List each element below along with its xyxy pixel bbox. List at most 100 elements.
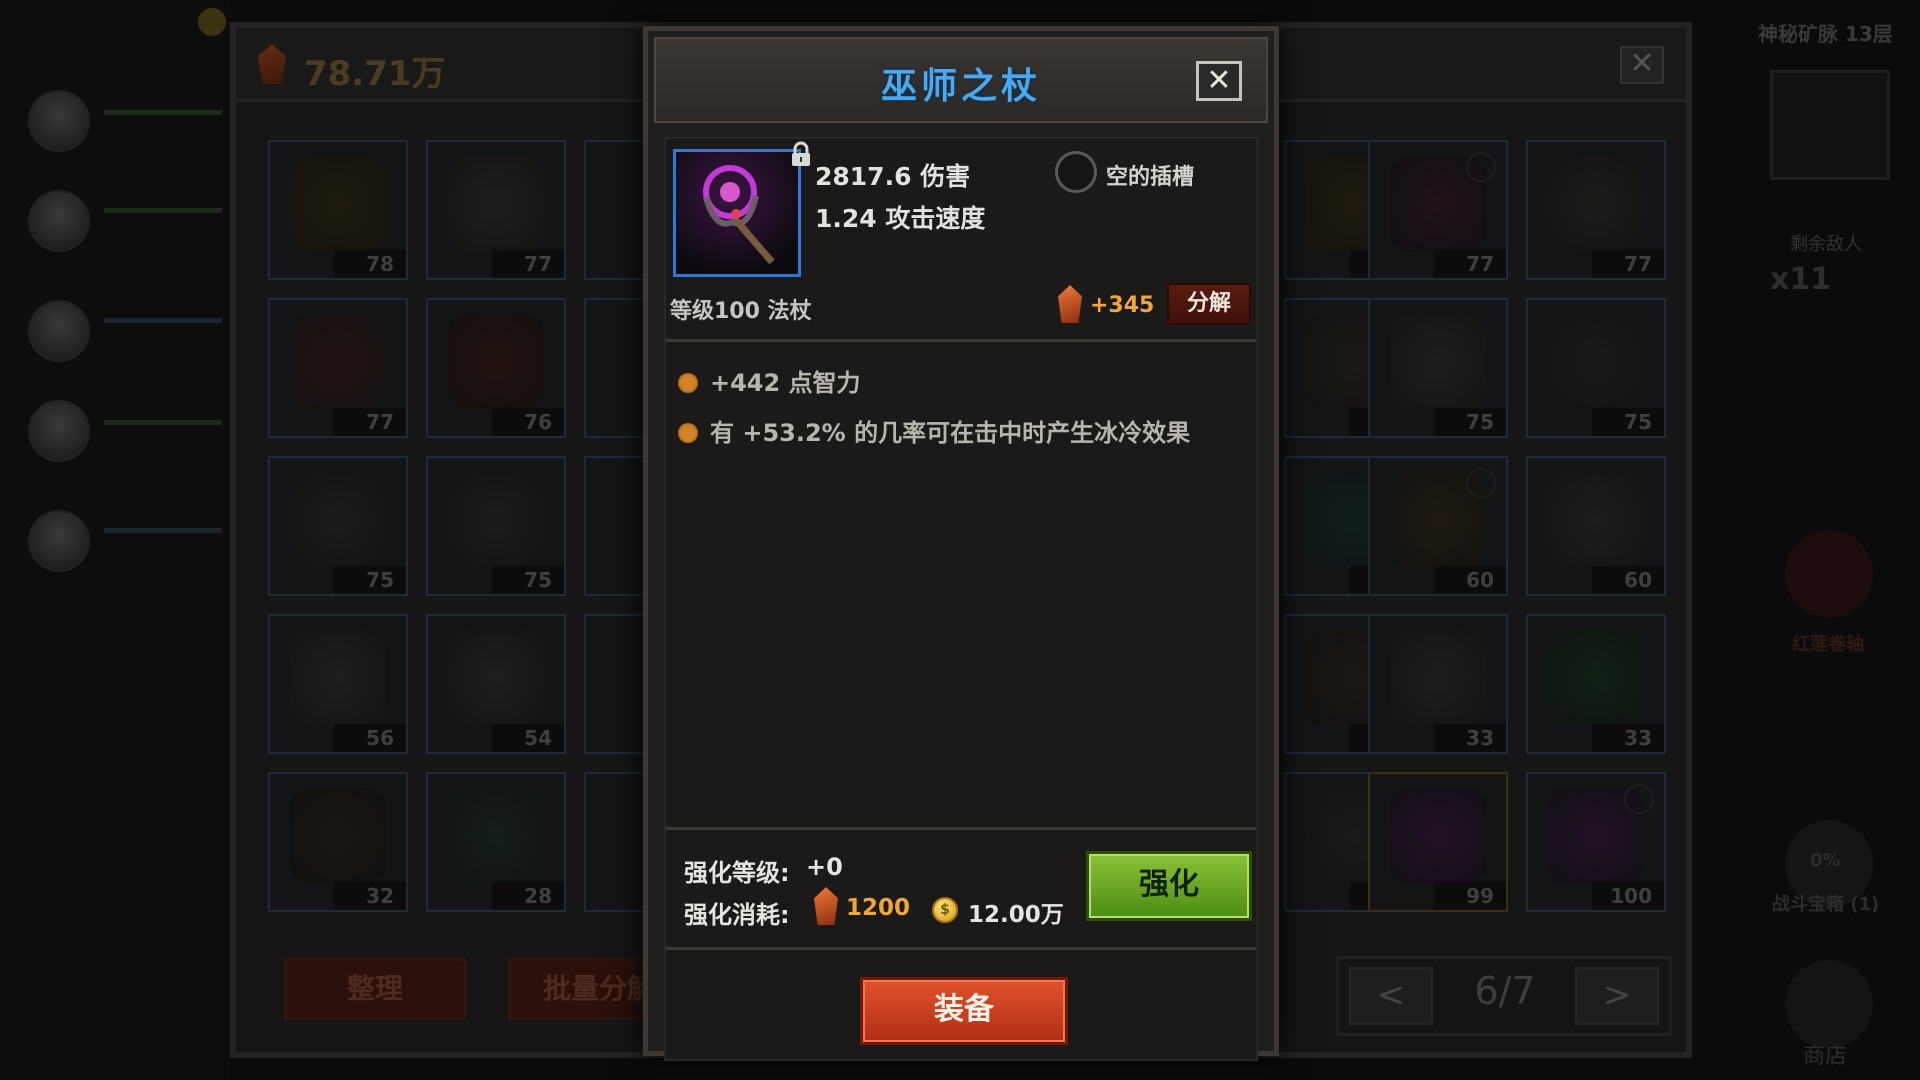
- inventory-slot[interactable]: 77: [1526, 140, 1666, 280]
- inventory-slot[interactable]: 100: [1526, 772, 1666, 912]
- affix-bullet-icon: [678, 423, 698, 443]
- remaining-enemies-label: 剩余敌人: [1790, 234, 1862, 255]
- inventory-slot[interactable]: 76: [426, 298, 566, 438]
- inventory-slot[interactable]: 60: [1526, 456, 1666, 596]
- ring-icon: [290, 156, 386, 252]
- gem-icon: [258, 44, 286, 84]
- item-level: 54: [492, 724, 564, 752]
- divider: [666, 947, 1256, 950]
- inventory-slot[interactable]: 33: [1368, 614, 1508, 754]
- next-page-button[interactable]: >: [1575, 967, 1659, 1025]
- shoulder-icon: [1390, 630, 1486, 726]
- mace-icon: [448, 314, 544, 410]
- inventory-slot[interactable]: 75: [1526, 298, 1666, 438]
- hero-avatar[interactable]: [28, 400, 90, 462]
- inventory-slot[interactable]: 77: [426, 140, 566, 280]
- boots-icon: [290, 630, 386, 726]
- gem-icon: [1058, 285, 1082, 323]
- inventory-slot[interactable]: 77: [1368, 140, 1508, 280]
- socket-icon: [1624, 784, 1654, 814]
- empty-socket-icon[interactable]: [1055, 151, 1097, 193]
- coin-icon: $: [932, 897, 958, 923]
- close-button[interactable]: ✕: [1196, 61, 1242, 101]
- lock-icon[interactable]: [790, 141, 812, 167]
- item-level: 75: [1434, 408, 1506, 436]
- inventory-slot[interactable]: 32: [268, 772, 408, 912]
- inventory-slot[interactable]: 99: [1368, 772, 1508, 912]
- salvage-button[interactable]: 分解: [1167, 283, 1251, 325]
- hero-avatar[interactable]: [28, 190, 90, 252]
- enhance-level-label: 强化等级:: [684, 859, 790, 887]
- enhance-cost-gold: 12.00万: [968, 902, 1064, 928]
- enhance-button[interactable]: 强化: [1086, 851, 1252, 921]
- divider: [666, 339, 1256, 342]
- item-detail-dialog: 巫师之杖 ✕ 2817.6 伤害 1.24 攻击速度 空的插槽 等级100 法杖: [643, 26, 1279, 1061]
- hero-avatar[interactable]: [28, 90, 90, 152]
- enhance-level-value: +0: [806, 853, 843, 881]
- item-level: 60: [1592, 566, 1664, 594]
- hero-avatar[interactable]: [28, 300, 90, 362]
- hero-hp-bar: [104, 420, 222, 425]
- helmet-icon: [1548, 156, 1644, 252]
- inventory-gem-amount: 78.71万: [304, 54, 446, 94]
- item-level-type: 等级100 法杖: [670, 299, 812, 324]
- item-level: 75: [492, 566, 564, 594]
- salvage-gem-value: +345: [1090, 293, 1155, 318]
- equip-button[interactable]: 装备: [860, 977, 1068, 1045]
- dagger-icon: [448, 156, 544, 252]
- item-level: 33: [1434, 724, 1506, 752]
- inventory-slot[interactable]: 54: [426, 614, 566, 754]
- empty-socket-label: 空的插槽: [1106, 165, 1195, 190]
- inventory-slot[interactable]: 75: [268, 456, 408, 596]
- sort-button[interactable]: 整理: [284, 958, 466, 1020]
- staff-icon: [1390, 788, 1486, 884]
- inventory-slot[interactable]: 75: [1368, 298, 1508, 438]
- item-level: 99: [1434, 882, 1506, 910]
- battle-chest-percent: 0%: [1810, 850, 1841, 871]
- minimap[interactable]: [1770, 70, 1890, 180]
- dialog-body: 2817.6 伤害 1.24 攻击速度 空的插槽 等级100 法杖 +345 分…: [664, 137, 1258, 1061]
- item-level: 33: [1592, 724, 1664, 752]
- item-level: 56: [334, 724, 406, 752]
- affix-line: +442 点智力: [678, 363, 861, 398]
- inventory-slot[interactable]: 60: [1368, 456, 1508, 596]
- red-lotus-scroll-icon[interactable]: [1785, 530, 1873, 618]
- inventory-slot[interactable]: 33: [1526, 614, 1666, 754]
- leggings-icon: [1548, 630, 1644, 726]
- attack-speed-stat: 1.24 攻击速度: [815, 204, 986, 233]
- affix-text: 有 +53.2% 的几率可在击中时产生冰冷效果: [710, 419, 1191, 447]
- gem-icon: [814, 887, 838, 925]
- hero-hp-bar: [104, 528, 222, 533]
- item-level: 60: [1434, 566, 1506, 594]
- bow-icon: [290, 788, 386, 884]
- inventory-slot[interactable]: 75: [426, 456, 566, 596]
- item-level: 77: [492, 250, 564, 278]
- bracer-icon: [448, 788, 544, 884]
- hero-hp-bar: [104, 208, 222, 213]
- floor-title: 神秘矿脉 13层: [1758, 22, 1893, 46]
- dialog-header: 巫师之杖 ✕: [654, 37, 1268, 123]
- page-navigator: < 6/7 >: [1336, 956, 1672, 1036]
- inventory-slot[interactable]: 77: [268, 298, 408, 438]
- damage-stat: 2817.6 伤害: [815, 162, 971, 191]
- battle-chest-label: 战斗宝箱 (1): [1772, 894, 1880, 915]
- item-title: 巫师之杖: [880, 66, 1041, 107]
- prev-page-button[interactable]: <: [1349, 967, 1433, 1025]
- helmet-icon: [448, 472, 544, 568]
- remaining-enemies-count: x11: [1770, 262, 1832, 297]
- item-level: 77: [1434, 250, 1506, 278]
- hero-avatar[interactable]: [28, 510, 90, 572]
- inventory-slot[interactable]: 28: [426, 772, 566, 912]
- inventory-slot[interactable]: 78: [268, 140, 408, 280]
- enhance-cost-label: 强化消耗:: [684, 901, 790, 929]
- inventory-slot[interactable]: 56: [268, 614, 408, 754]
- socket-icon: [1466, 152, 1496, 182]
- item-level: 28: [492, 882, 564, 910]
- item-level: 100: [1592, 882, 1664, 910]
- armor-icon: [1548, 472, 1644, 568]
- item-level: 76: [492, 408, 564, 436]
- shop-icon[interactable]: [1785, 960, 1873, 1048]
- helmet-icon: [290, 472, 386, 568]
- inventory-close-button[interactable]: ✕: [1620, 46, 1664, 84]
- item-level: 78: [334, 250, 406, 278]
